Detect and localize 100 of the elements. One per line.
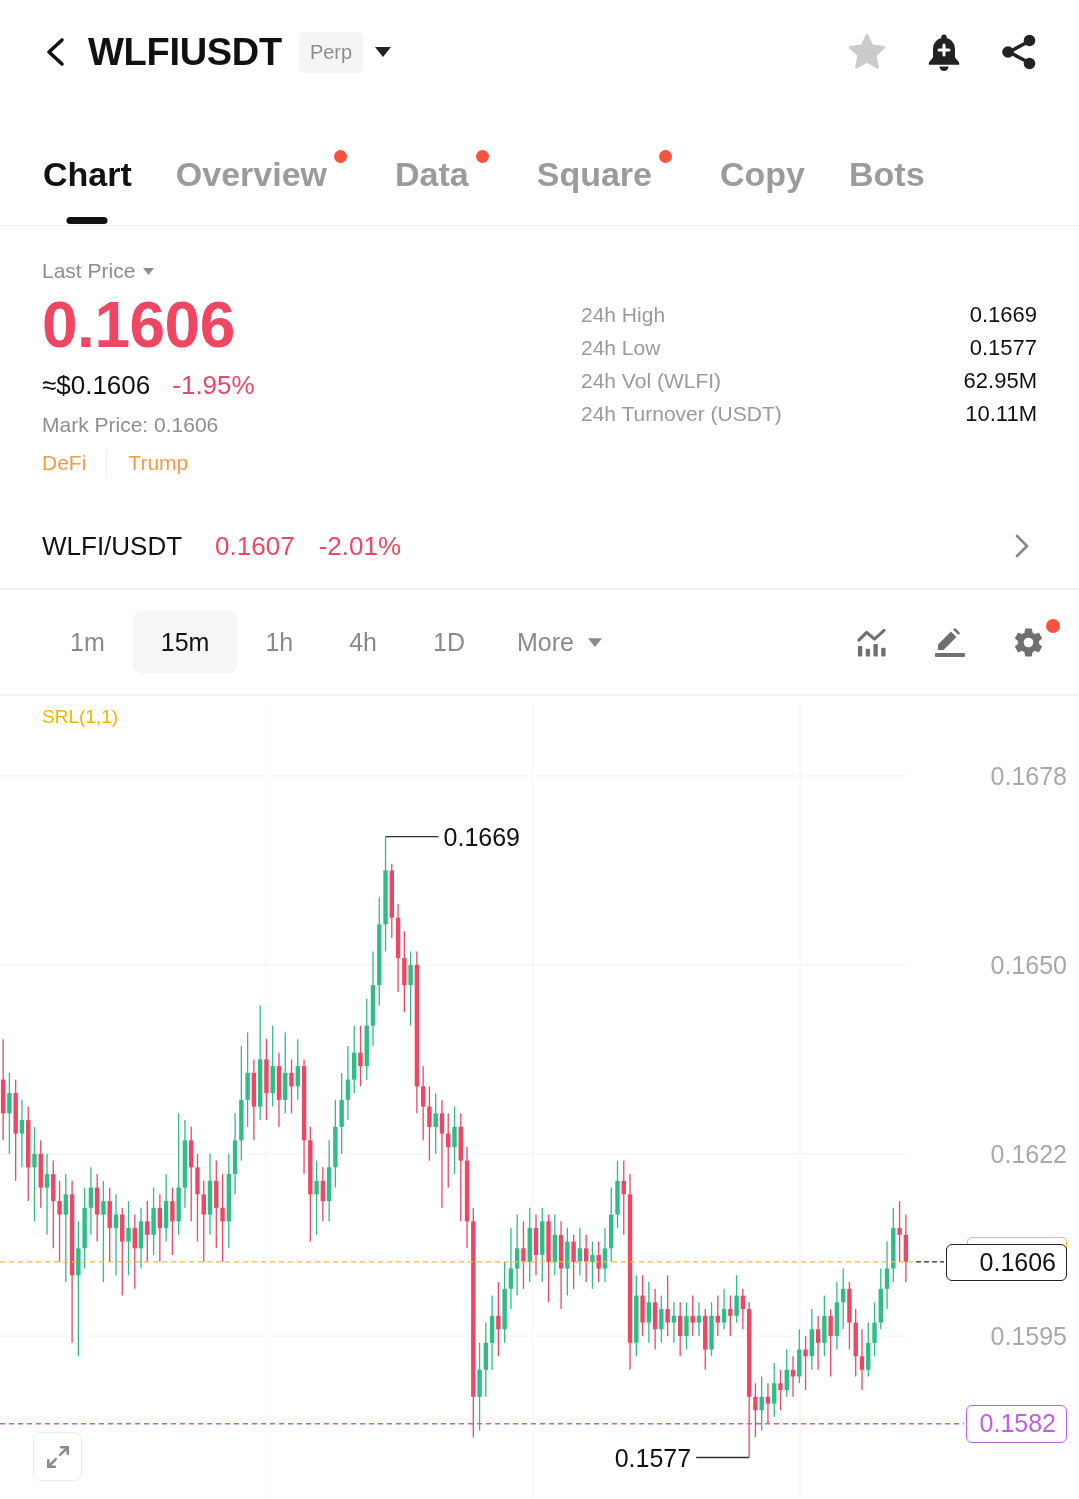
candlestick	[884, 1240, 890, 1310]
candlestick	[659, 1294, 664, 1344]
leader-line	[384, 836, 440, 838]
candlestick	[201, 1180, 206, 1263]
candlestick	[696, 1301, 702, 1337]
chevron-right-icon[interactable]	[1015, 534, 1029, 558]
candlestick	[803, 1335, 808, 1391]
candlestick	[427, 1085, 432, 1162]
share-icon[interactable]	[1001, 34, 1037, 70]
spot-pair-name: WLFI/USDT	[42, 530, 183, 562]
stat-label: 24h High	[581, 302, 666, 327]
contract-type-badge: Perp	[298, 31, 364, 73]
category-tag[interactable]: DeFi	[42, 450, 87, 476]
tab[interactable]: Bots	[849, 104, 925, 225]
price-axis-label: 0.1595	[990, 1321, 1067, 1352]
candlestick	[88, 1166, 94, 1236]
candlestick	[596, 1240, 601, 1283]
high-price-label: 0.1669	[443, 821, 520, 852]
candlestick	[126, 1200, 131, 1276]
usd-price: ≈$0.1606	[42, 370, 151, 400]
caret-icon	[587, 637, 602, 647]
candlestick	[19, 1099, 25, 1168]
price-axis-label: 0.1622	[990, 1138, 1067, 1169]
tab[interactable]: Copy	[720, 104, 805, 225]
candlestick	[571, 1234, 576, 1290]
mark-price: Mark Price: 0.1606	[42, 413, 219, 437]
tab[interactable]: Chart	[43, 104, 132, 225]
price-axis-label: 0.1678	[990, 760, 1067, 791]
candlestick	[665, 1274, 670, 1337]
candlestick	[433, 1092, 438, 1155]
candlestick	[753, 1382, 758, 1438]
more-intervals-dropdown[interactable]: More	[492, 611, 602, 673]
price-type-dropdown[interactable]: Last Price	[42, 259, 155, 283]
stat-value: 0.1577	[969, 334, 1037, 361]
category-tag[interactable]: Trump	[128, 450, 189, 476]
interval-tab[interactable]: 1m	[42, 611, 133, 673]
dropdown-caret-icon	[375, 47, 392, 57]
leader-line	[695, 1456, 750, 1459]
candlestick	[439, 1099, 445, 1209]
interval-tab[interactable]: 1h	[237, 611, 322, 673]
candlestick	[684, 1301, 689, 1351]
candlestick	[132, 1213, 137, 1290]
tag-leader-line	[915, 1261, 945, 1263]
last-price: 0.1606	[42, 293, 235, 357]
pair-title: WLFIUSDT	[88, 30, 282, 74]
candlestick	[690, 1294, 695, 1337]
candlestick	[728, 1294, 733, 1337]
candlestick	[897, 1200, 902, 1263]
candlestick	[289, 1058, 294, 1115]
candlestick	[765, 1382, 771, 1425]
caret-icon	[143, 267, 155, 275]
candlestick	[508, 1227, 514, 1310]
spot-change: -2.01%	[318, 530, 402, 562]
candlestick	[646, 1281, 652, 1344]
candlestick	[577, 1227, 583, 1276]
candlestick	[32, 1126, 37, 1222]
candlestick	[772, 1362, 777, 1418]
star-icon[interactable]	[847, 32, 887, 72]
candlestick	[590, 1240, 595, 1290]
candlestick	[521, 1220, 526, 1290]
bell-plus-icon[interactable]	[927, 33, 961, 71]
candlestick	[145, 1200, 150, 1263]
stat-value: 0.1669	[969, 301, 1037, 328]
indicator-chart-icon[interactable]	[856, 627, 887, 657]
candlestick	[345, 1045, 351, 1121]
candlestick	[721, 1288, 727, 1330]
candlestick	[44, 1153, 50, 1236]
candlestick	[295, 1038, 300, 1101]
candlestick	[63, 1173, 69, 1283]
stat-label: 24h Low	[581, 335, 661, 360]
tab[interactable]: Overview	[175, 104, 351, 225]
candlestick	[101, 1180, 106, 1283]
tab[interactable]: Data	[395, 104, 493, 225]
pencil-icon[interactable]	[935, 627, 965, 657]
candlestick	[602, 1227, 608, 1283]
candlestick	[715, 1294, 720, 1337]
stat-value: 62.95M	[963, 367, 1037, 394]
stat-label: 24h Turnover (USDT)	[581, 401, 782, 426]
tab-indicator	[66, 217, 108, 224]
price-level-tag: 0.1582	[966, 1404, 1067, 1443]
interval-tab[interactable]: 15m	[132, 611, 238, 673]
back-icon[interactable]	[44, 37, 66, 67]
indicator-label: SRL(1,1)	[42, 705, 119, 729]
candlestick	[57, 1180, 62, 1263]
candlestick	[790, 1355, 796, 1398]
candlestick	[408, 950, 413, 1027]
candlestick	[734, 1274, 739, 1324]
interval-tab[interactable]: 4h	[321, 611, 405, 673]
fullscreen-button[interactable]	[33, 1432, 82, 1481]
tab[interactable]: Square	[536, 104, 676, 225]
settings-icon[interactable]	[1013, 626, 1044, 658]
candlestick	[496, 1281, 501, 1357]
candlestick	[671, 1301, 677, 1344]
price-change: -1.95%	[172, 370, 255, 400]
spot-price: 0.1607	[215, 530, 295, 562]
interval-tab[interactable]: 1D	[405, 611, 493, 673]
candlestick	[358, 1025, 363, 1088]
candlestick	[759, 1375, 764, 1432]
candlestick	[314, 1159, 319, 1236]
candlestick	[320, 1166, 326, 1222]
